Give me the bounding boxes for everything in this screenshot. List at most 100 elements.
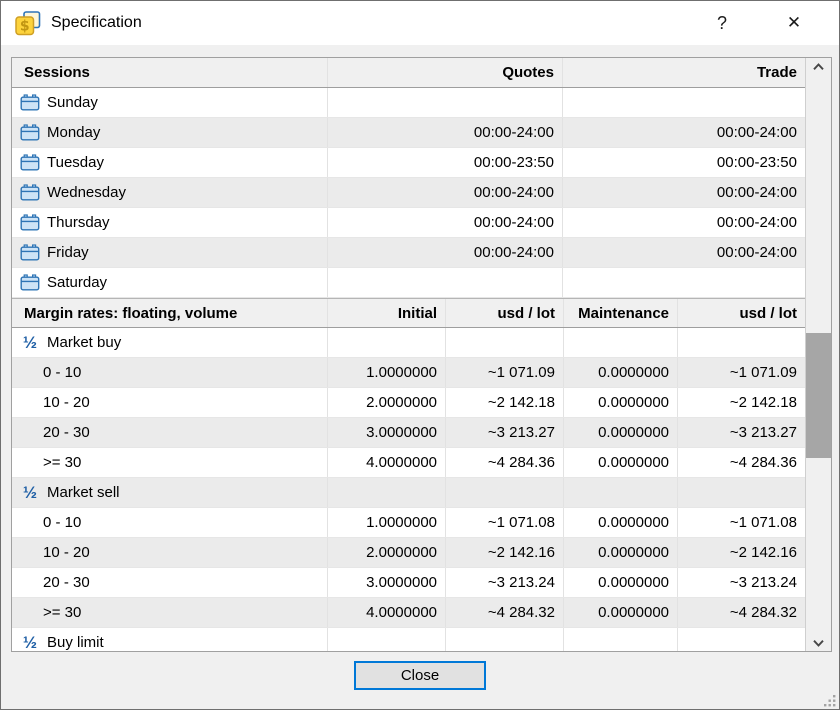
calendar-icon xyxy=(20,274,40,291)
session-day-cell: Wednesday xyxy=(12,178,328,207)
specification-table: SessionsQuotesTradeSundayMonday00:00-24:… xyxy=(11,57,832,652)
session-day-cell: Friday xyxy=(12,238,328,267)
margin-value-cell xyxy=(564,628,678,651)
session-row[interactable]: Monday00:00-24:0000:00-24:00 xyxy=(12,118,805,148)
margin-value-cell: ~3 213.27 xyxy=(446,418,564,447)
margin-value-cell xyxy=(446,328,564,357)
margin-value-cell xyxy=(564,478,678,507)
margin-value-row[interactable]: 10 - 202.0000000~2 142.180.0000000~2 142… xyxy=(12,388,805,418)
margin-label-cell: 10 - 20 xyxy=(12,538,328,567)
margin-range-label: 20 - 30 xyxy=(43,424,90,441)
margin-group-label: Market sell xyxy=(47,484,120,501)
session-row[interactable]: Friday00:00-24:0000:00-24:00 xyxy=(12,238,805,268)
session-trade-cell xyxy=(563,88,805,117)
margin-value-cell xyxy=(328,328,446,357)
margin-label-cell: >= 30 xyxy=(12,598,328,627)
margin-group-row[interactable]: ½Buy limit xyxy=(12,628,805,651)
margin-header-col-3: usd / lot xyxy=(678,299,805,327)
sessions-header-row[interactable]: SessionsQuotesTrade xyxy=(12,58,805,88)
svg-text:$: $ xyxy=(20,18,30,34)
session-row[interactable]: Thursday00:00-24:0000:00-24:00 xyxy=(12,208,805,238)
session-day-label: Saturday xyxy=(47,274,107,291)
margin-value-cell xyxy=(678,628,805,651)
titlebar[interactable]: $ Specification ? ✕ xyxy=(1,1,839,45)
margin-value-cell: ~1 071.08 xyxy=(678,508,805,537)
margin-value-cell: ~2 142.18 xyxy=(678,388,805,417)
session-quotes-cell: 00:00-24:00 xyxy=(328,208,563,237)
margin-value-cell xyxy=(328,478,446,507)
margin-value-cell: 0.0000000 xyxy=(564,508,678,537)
margin-value-cell: ~1 071.09 xyxy=(446,358,564,387)
margin-value-cell: 1.0000000 xyxy=(328,358,446,387)
calendar-icon xyxy=(20,94,40,111)
margin-label-cell: 20 - 30 xyxy=(12,568,328,597)
session-day-cell: Thursday xyxy=(12,208,328,237)
margin-value-cell: ~1 071.09 xyxy=(678,358,805,387)
help-button[interactable]: ? xyxy=(701,13,743,34)
session-row[interactable]: Wednesday00:00-24:0000:00-24:00 xyxy=(12,178,805,208)
resize-grip[interactable] xyxy=(823,694,836,707)
margin-group-row[interactable]: ½Market sell xyxy=(12,478,805,508)
margin-value-cell: ~3 213.24 xyxy=(446,568,564,597)
calendar-icon xyxy=(20,244,40,261)
session-quotes-cell xyxy=(328,268,563,297)
margin-value-cell xyxy=(678,478,805,507)
margin-header-label: Margin rates: floating, volume xyxy=(12,299,328,327)
margin-value-row[interactable]: >= 304.0000000~4 284.320.0000000~4 284.3… xyxy=(12,598,805,628)
one-half-icon: ½ xyxy=(20,333,40,353)
close-button[interactable]: Close xyxy=(354,661,486,690)
margin-label-cell: ½Buy limit xyxy=(12,628,328,651)
margin-value-cell: ~1 071.08 xyxy=(446,508,564,537)
margin-value-cell: 3.0000000 xyxy=(328,568,446,597)
session-day-label: Thursday xyxy=(47,214,110,231)
calendar-icon xyxy=(20,124,40,141)
margin-label-cell: 0 - 10 xyxy=(12,508,328,537)
margin-header-col-0: Initial xyxy=(328,299,446,327)
vertical-scrollbar[interactable] xyxy=(805,58,831,651)
margin-value-cell: 2.0000000 xyxy=(328,538,446,567)
margin-range-label: 20 - 30 xyxy=(43,574,90,591)
session-quotes-cell: 00:00-24:00 xyxy=(328,118,563,147)
session-quotes-cell: 00:00-24:00 xyxy=(328,178,563,207)
margin-header-col-1: usd / lot xyxy=(446,299,564,327)
calendar-icon xyxy=(20,154,40,171)
session-quotes-cell: 00:00-23:50 xyxy=(328,148,563,177)
margin-group-row[interactable]: ½Market buy xyxy=(12,328,805,358)
session-trade-cell: 00:00-24:00 xyxy=(563,118,805,147)
margin-value-cell: ~2 142.16 xyxy=(678,538,805,567)
margin-value-cell: ~2 142.18 xyxy=(446,388,564,417)
margin-value-cell: 2.0000000 xyxy=(328,388,446,417)
session-trade-cell: 00:00-23:50 xyxy=(563,148,805,177)
margin-value-row[interactable]: 20 - 303.0000000~3 213.240.0000000~3 213… xyxy=(12,568,805,598)
margin-value-row[interactable]: >= 304.0000000~4 284.360.0000000~4 284.3… xyxy=(12,448,805,478)
margin-value-row[interactable]: 0 - 101.0000000~1 071.080.0000000~1 071.… xyxy=(12,508,805,538)
scroll-thumb[interactable] xyxy=(806,333,831,458)
margin-label-cell: 0 - 10 xyxy=(12,358,328,387)
margin-value-cell xyxy=(446,478,564,507)
margin-value-cell: 0.0000000 xyxy=(564,568,678,597)
session-day-label: Wednesday xyxy=(47,184,126,201)
session-day-label: Tuesday xyxy=(47,154,104,171)
margin-range-label: 0 - 10 xyxy=(43,364,81,381)
margin-value-cell: 0.0000000 xyxy=(564,448,678,477)
session-row[interactable]: Tuesday 00:00-23:5000:00-23:50 xyxy=(12,148,805,178)
session-day-cell: Monday xyxy=(12,118,328,147)
margin-value-cell: 4.0000000 xyxy=(328,598,446,627)
margin-value-cell xyxy=(328,628,446,651)
window-close-button[interactable]: ✕ xyxy=(773,13,815,33)
margin-value-row[interactable]: 0 - 101.0000000~1 071.090.0000000~1 071.… xyxy=(12,358,805,388)
one-half-icon: ½ xyxy=(20,633,40,652)
calendar-icon xyxy=(20,214,40,231)
scroll-up-button[interactable] xyxy=(806,58,831,75)
margin-value-row[interactable]: 10 - 202.0000000~2 142.160.0000000~2 142… xyxy=(12,538,805,568)
session-day-cell: Tuesday xyxy=(12,148,328,177)
margin-value-cell: 0.0000000 xyxy=(564,538,678,567)
margin-value-row[interactable]: 20 - 303.0000000~3 213.270.0000000~3 213… xyxy=(12,418,805,448)
specification-dialog: $ Specification ? ✕ SessionsQuotesTradeS… xyxy=(0,0,840,710)
margin-value-cell: ~3 213.27 xyxy=(678,418,805,447)
scroll-down-button[interactable] xyxy=(806,634,831,651)
session-row[interactable]: Saturday xyxy=(12,268,805,298)
margin-header-row[interactable]: Margin rates: floating, volumeInitialusd… xyxy=(12,298,805,328)
session-row[interactable]: Sunday xyxy=(12,88,805,118)
window-title: Specification xyxy=(51,14,142,32)
